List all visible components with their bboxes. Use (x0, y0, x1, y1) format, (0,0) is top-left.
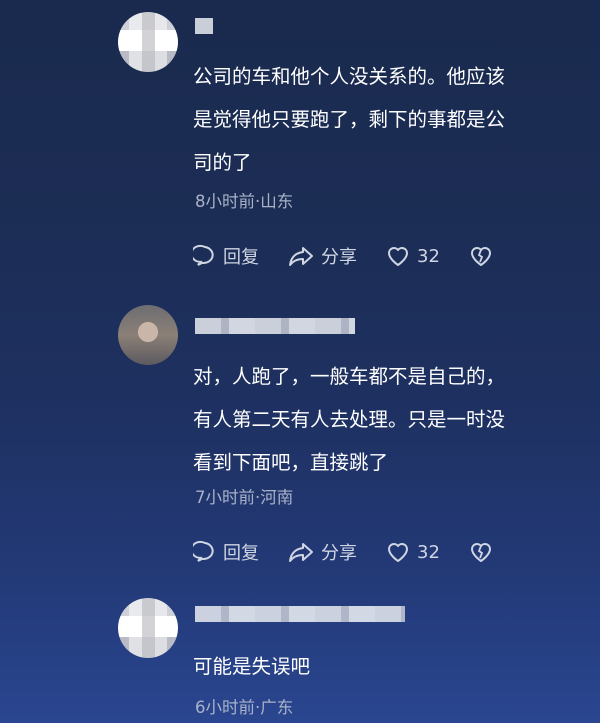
like-count: 32 (417, 541, 440, 563)
like-count: 32 (417, 245, 440, 267)
comment-text: 可能是失误吧 (193, 655, 311, 678)
like-button[interactable]: 32 (385, 540, 440, 564)
comment-actions: 回复 分享 32 (193, 241, 500, 271)
reply-label: 回复 (223, 247, 259, 268)
username-blurred[interactable] (195, 18, 213, 34)
share-label: 分享 (321, 543, 357, 564)
avatar[interactable] (118, 305, 178, 365)
username-blurred[interactable] (195, 606, 405, 622)
reply-label: 回复 (223, 543, 259, 564)
share-arrow-icon (289, 247, 313, 266)
comment-meta: 6小时前·广东 (195, 698, 294, 717)
share-button[interactable]: 分享 (287, 539, 357, 565)
comment-text: 公司的车和他个人没关系的。他应该 是觉得他只要跑了，剩下的事都是公 司的了 (193, 65, 506, 174)
username-blurred[interactable] (195, 318, 355, 334)
dislike-button[interactable] (468, 244, 500, 268)
broken-heart-icon (470, 543, 491, 562)
comment-meta: 7小时前·河南 (195, 488, 294, 507)
comment-text: 对，人跑了，一般车都不是自己的， 有人第二天有人去处理。只是一时没 看到下面吧，… (193, 365, 506, 474)
dislike-button[interactable] (468, 540, 500, 564)
comment-meta: 8小时前·山东 (195, 192, 294, 211)
reply-button[interactable]: 回复 (193, 539, 259, 565)
reply-bubble-icon (193, 244, 214, 266)
reply-bubble-icon (193, 540, 214, 562)
avatar[interactable] (118, 12, 178, 72)
like-button[interactable]: 32 (385, 244, 440, 268)
share-arrow-icon (289, 543, 313, 562)
comment-actions: 回复 分享 32 (193, 537, 500, 567)
broken-heart-icon (470, 247, 491, 266)
heart-icon (388, 543, 408, 562)
reply-button[interactable]: 回复 (193, 243, 259, 269)
share-label: 分享 (321, 247, 357, 268)
avatar[interactable] (118, 598, 178, 658)
heart-icon (388, 247, 408, 266)
share-button[interactable]: 分享 (287, 243, 357, 269)
